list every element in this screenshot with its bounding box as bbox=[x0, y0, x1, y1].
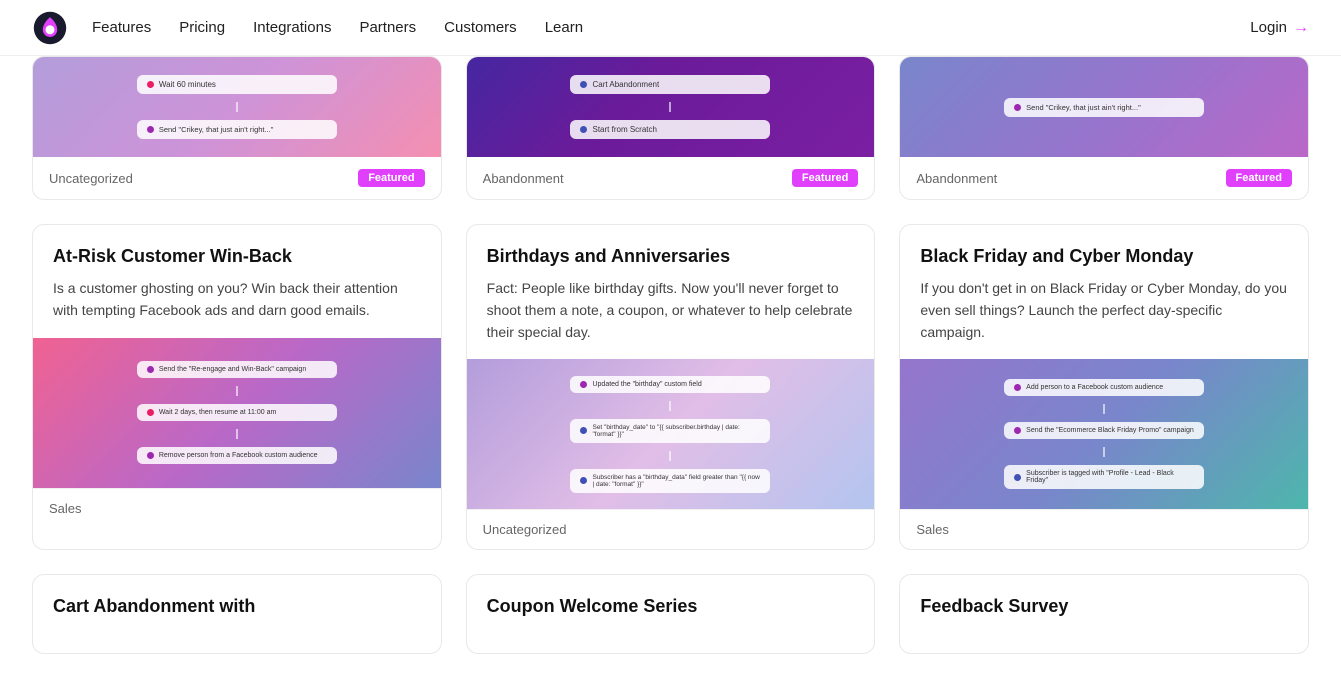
dot-icon bbox=[147, 366, 154, 373]
top-card-row: Wait 60 minutes Send "Crikey, that just … bbox=[32, 56, 1309, 200]
diagram-box: Send "Crikey, that just ain't right..." bbox=[137, 120, 337, 139]
card-diagram: Add person to a Facebook custom audience… bbox=[900, 359, 1308, 509]
card-title: Coupon Welcome Series bbox=[487, 595, 855, 618]
diagram-box: Start from Scratch bbox=[570, 120, 770, 139]
diagram-connector bbox=[236, 386, 238, 396]
diagram-connector bbox=[669, 401, 671, 411]
dot-icon bbox=[147, 81, 154, 88]
card-birthdays-anniversaries[interactable]: Birthdays and Anniversaries Fact: People… bbox=[466, 224, 876, 550]
login-arrow-icon: → bbox=[1293, 19, 1309, 37]
card-category: Abandonment bbox=[916, 171, 997, 186]
dot-icon bbox=[147, 126, 154, 133]
card-title: Cart Abandonment with bbox=[53, 595, 421, 618]
diagram-connector bbox=[236, 429, 238, 439]
featured-badge: Featured bbox=[358, 169, 424, 187]
dot-icon bbox=[580, 477, 587, 484]
card-footer: Abandonment Featured bbox=[900, 157, 1308, 199]
dot-icon bbox=[1014, 384, 1021, 391]
diagram-connector bbox=[236, 102, 238, 112]
card-title: Feedback Survey bbox=[920, 595, 1288, 618]
card-description: Fact: People like birthday gifts. Now yo… bbox=[487, 278, 855, 343]
diagram-box: Wait 60 minutes bbox=[137, 75, 337, 94]
diagram-box: Add person to a Facebook custom audience bbox=[1004, 379, 1204, 396]
featured-badge: Featured bbox=[792, 169, 858, 187]
bottom-card-row: Cart Abandonment with Coupon Welcome Ser… bbox=[32, 574, 1309, 654]
featured-badge: Featured bbox=[1226, 169, 1292, 187]
card-diagram: Updated the "birthday" custom field Set … bbox=[467, 359, 875, 509]
card-text: Coupon Welcome Series bbox=[467, 575, 875, 634]
dot-icon bbox=[147, 452, 154, 459]
card-image: Cart Abandonment Start from Scratch bbox=[467, 57, 875, 157]
nav-pricing[interactable]: Pricing bbox=[179, 19, 225, 36]
card-footer: Sales bbox=[33, 488, 441, 528]
card-cart-abandonment[interactable]: Cart Abandonment with bbox=[32, 574, 442, 654]
card-text: Cart Abandonment with bbox=[33, 575, 441, 634]
diagram-connector bbox=[669, 451, 671, 461]
logo[interactable] bbox=[32, 10, 68, 46]
card-text: Feedback Survey bbox=[900, 575, 1308, 634]
diagram-box: Subscriber is tagged with "Profile - Lea… bbox=[1004, 465, 1204, 489]
diagram-connector bbox=[669, 102, 671, 112]
card-footer: Abandonment Featured bbox=[467, 157, 875, 199]
nav-learn[interactable]: Learn bbox=[545, 19, 583, 36]
card-title: Birthdays and Anniversaries bbox=[487, 245, 855, 268]
dot-icon bbox=[580, 427, 587, 434]
main-card-grid: At-Risk Customer Win-Back Is a customer … bbox=[32, 224, 1309, 550]
card-coupon-welcome[interactable]: Coupon Welcome Series bbox=[466, 574, 876, 654]
card-abandonment-featured-2[interactable]: Send "Crikey, that just ain't right..." … bbox=[899, 56, 1309, 200]
dot-icon bbox=[1014, 474, 1021, 481]
card-category: Abandonment bbox=[483, 171, 564, 186]
card-feedback-survey[interactable]: Feedback Survey bbox=[899, 574, 1309, 654]
card-diagram: Send the "Re-engage and Win-Back" campai… bbox=[33, 338, 441, 488]
nav-links: Features Pricing Integrations Partners C… bbox=[92, 19, 1250, 36]
card-text: At-Risk Customer Win-Back Is a customer … bbox=[33, 225, 441, 338]
diagram-box: Set "birthday_date" to "{{ subscriber.bi… bbox=[570, 419, 770, 443]
dot-icon bbox=[580, 126, 587, 133]
card-text: Birthdays and Anniversaries Fact: People… bbox=[467, 225, 875, 359]
card-black-friday-cyber-monday[interactable]: Black Friday and Cyber Monday If you don… bbox=[899, 224, 1309, 550]
diagram-box: Send "Crikey, that just ain't right..." bbox=[1004, 98, 1204, 117]
login-button[interactable]: Login → bbox=[1250, 19, 1309, 37]
dot-icon bbox=[580, 381, 587, 388]
dot-icon bbox=[1014, 427, 1021, 434]
diagram-box: Wait 2 days, then resume at 11:00 am bbox=[137, 404, 337, 421]
nav-customers[interactable]: Customers bbox=[444, 19, 517, 36]
card-at-risk-winback[interactable]: At-Risk Customer Win-Back Is a customer … bbox=[32, 224, 442, 550]
card-footer: Sales bbox=[900, 509, 1308, 549]
card-title: Black Friday and Cyber Monday bbox=[920, 245, 1288, 268]
diagram-box: Send the "Re-engage and Win-Back" campai… bbox=[137, 361, 337, 378]
page-content: Wait 60 minutes Send "Crikey, that just … bbox=[0, 56, 1341, 686]
nav-features[interactable]: Features bbox=[92, 19, 151, 36]
card-diagram: Cart Abandonment Start from Scratch bbox=[467, 57, 875, 157]
card-image: Add person to a Facebook custom audience… bbox=[900, 359, 1308, 509]
diagram-box: Send the "Ecommerce Black Friday Promo" … bbox=[1004, 422, 1204, 439]
dot-icon bbox=[580, 81, 587, 88]
card-text: Black Friday and Cyber Monday If you don… bbox=[900, 225, 1308, 359]
card-diagram: Wait 60 minutes Send "Crikey, that just … bbox=[33, 57, 441, 157]
diagram-box: Remove person from a Facebook custom aud… bbox=[137, 447, 337, 464]
card-abandonment-featured-1[interactable]: Cart Abandonment Start from Scratch Aban… bbox=[466, 56, 876, 200]
card-diagram: Send "Crikey, that just ain't right..." bbox=[900, 57, 1308, 157]
card-description: Is a customer ghosting on you? Win back … bbox=[53, 278, 421, 321]
dot-icon bbox=[147, 409, 154, 416]
card-image: Wait 60 minutes Send "Crikey, that just … bbox=[33, 57, 441, 157]
card-footer: Uncategorized Featured bbox=[33, 157, 441, 199]
nav-integrations[interactable]: Integrations bbox=[253, 19, 331, 36]
diagram-box: Updated the "birthday" custom field bbox=[570, 376, 770, 393]
diagram-connector bbox=[1103, 404, 1105, 414]
card-image: Send "Crikey, that just ain't right..." bbox=[900, 57, 1308, 157]
card-image: Send the "Re-engage and Win-Back" campai… bbox=[33, 338, 441, 488]
dot-icon bbox=[1014, 104, 1021, 111]
card-uncategorized-featured[interactable]: Wait 60 minutes Send "Crikey, that just … bbox=[32, 56, 442, 200]
card-category: Uncategorized bbox=[49, 171, 133, 186]
navigation: Features Pricing Integrations Partners C… bbox=[0, 0, 1341, 56]
card-title: At-Risk Customer Win-Back bbox=[53, 245, 421, 268]
nav-partners[interactable]: Partners bbox=[359, 19, 416, 36]
card-description: If you don't get in on Black Friday or C… bbox=[920, 278, 1288, 343]
diagram-box: Subscriber has a "birthday_data" field g… bbox=[570, 469, 770, 493]
card-image: Updated the "birthday" custom field Set … bbox=[467, 359, 875, 509]
card-footer: Uncategorized bbox=[467, 509, 875, 549]
diagram-connector bbox=[1103, 447, 1105, 457]
diagram-box: Cart Abandonment bbox=[570, 75, 770, 94]
